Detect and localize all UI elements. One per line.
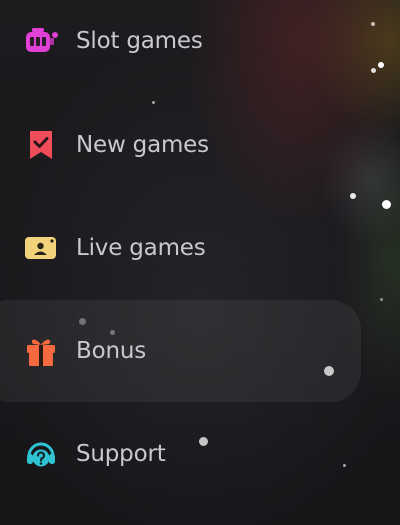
- side-menu: Slot games New games Live games Bonus Su…: [0, 0, 400, 525]
- bookmark-check-icon: [24, 128, 58, 162]
- menu-item-label: Slot games: [76, 28, 203, 54]
- menu-item-label: Live games: [76, 235, 206, 261]
- menu-item-support[interactable]: Support: [0, 404, 360, 504]
- menu-item-label: Support: [76, 441, 166, 467]
- slot-machine-icon: [24, 24, 58, 58]
- menu-item-label: Bonus: [76, 338, 146, 364]
- headset-question-icon: [24, 437, 58, 471]
- menu-item-new-games[interactable]: New games: [0, 95, 360, 195]
- menu-item-label: New games: [76, 132, 209, 158]
- menu-item-live-games[interactable]: Live games: [0, 198, 360, 298]
- menu-item-bonus[interactable]: Bonus: [0, 300, 361, 402]
- menu-item-slot-games[interactable]: Slot games: [0, 0, 360, 91]
- live-camera-icon: [24, 231, 58, 265]
- gift-icon: [24, 334, 58, 368]
